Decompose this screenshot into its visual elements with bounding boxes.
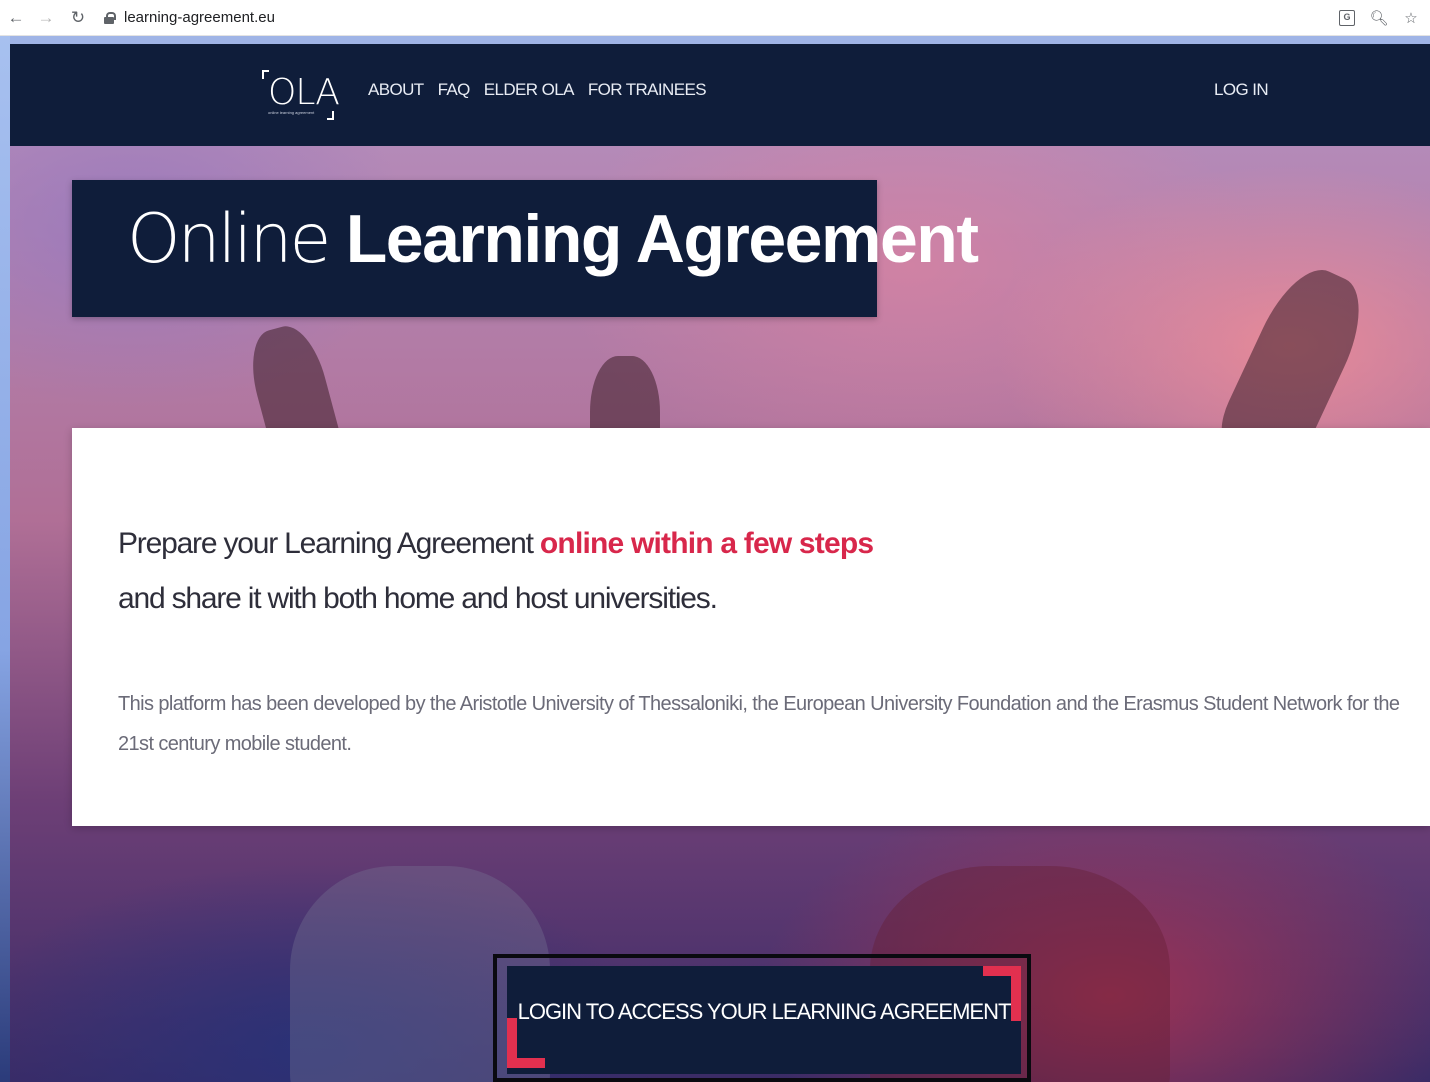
corner-accent-top-right [983, 966, 1021, 1021]
login-link[interactable]: LOG IN [1214, 80, 1269, 100]
url-text[interactable]: learning-agreement.eu [124, 9, 275, 26]
menu-item-for-trainees[interactable]: FOR TRAINEES [588, 80, 707, 100]
intro-lead: Prepare your Learning Agreement online w… [118, 516, 1318, 626]
logo-tagline: online learning agreement [268, 110, 315, 115]
cta-label: LOGIN TO ACCESS YOUR LEARNING AGREEMENT [517, 999, 1012, 1024]
logo-text: OLA [268, 72, 340, 113]
translate-icon[interactable]: G [1338, 9, 1356, 27]
login-to-access-button[interactable]: LOGIN TO ACCESS YOUR LEARNING AGREEMENT [507, 966, 1021, 1074]
zoom-icon[interactable]: 🔍︎ [1369, 9, 1388, 27]
top-navigation: OLA online learning agreement ABOUT FAQ … [10, 44, 1430, 146]
left-decorative-edge [0, 0, 10, 1082]
page-title-bold: Learning Agreement [345, 201, 979, 277]
lead-start: Prepare your Learning Agreement [118, 527, 534, 560]
browser-toolbar: ← → ↻ learning-agreement.eu G 🔍︎ ☆ [0, 0, 1430, 36]
address-bar[interactable]: learning-agreement.eu [104, 4, 1338, 32]
page-title-light: Online [127, 200, 331, 279]
corner-accent-bottom-left [507, 1018, 545, 1068]
cta-frame: LOGIN TO ACCESS YOUR LEARNING AGREEMENT [493, 954, 1031, 1082]
main-menu: ABOUT FAQ ELDER OLA FOR TRAINEES [368, 80, 707, 100]
hero-title-box: Online Learning Agreement [72, 180, 979, 317]
lock-icon [104, 11, 116, 24]
menu-item-about[interactable]: ABOUT [368, 80, 424, 100]
star-icon[interactable]: ☆ [1402, 9, 1420, 27]
menu-item-faq[interactable]: FAQ [438, 80, 471, 100]
back-icon[interactable]: ← [4, 6, 28, 30]
forward-icon[interactable]: → [34, 6, 58, 30]
lead-highlight: online within a few steps [539, 527, 874, 560]
ola-logo[interactable]: OLA online learning agreement [262, 68, 340, 120]
intro-card: Prepare your Learning Agreement online w… [72, 428, 1430, 826]
website: OLA online learning agreement ABOUT FAQ … [10, 44, 1430, 1082]
page-title: Online Learning Agreement [127, 200, 979, 279]
reload-icon[interactable]: ↻ [66, 6, 90, 30]
lead-end: and share it with both home and host uni… [118, 582, 718, 615]
menu-item-elder-ola[interactable]: ELDER OLA [484, 80, 575, 100]
platform-description: This platform has been developed by the … [118, 693, 1400, 755]
browser-actions: G 🔍︎ ☆ [1338, 9, 1420, 27]
